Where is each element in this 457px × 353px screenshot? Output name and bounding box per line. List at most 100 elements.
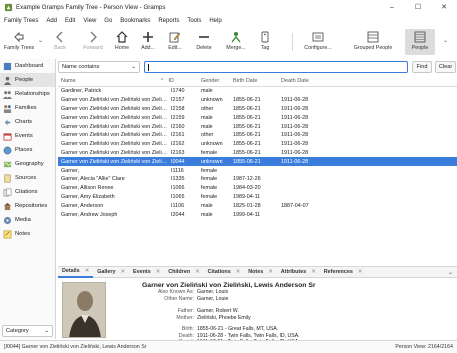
status-selected-person: [I0044] Garner von Zieliński von Zielińs…: [4, 344, 147, 350]
table-row[interactable]: Garner, Amy Elizabeth I1065 female 1989-04-…: [58, 193, 457, 202]
table-row[interactable]: Garner, Anderson I1106 male 1825-01-28 1887-…: [58, 201, 457, 210]
configure-button[interactable]: Configure...: [298, 29, 338, 55]
column-header-name[interactable]: Name: [58, 78, 168, 84]
table-row[interactable]: Garner von Zieliński von Zieliński von Z…: [58, 96, 457, 105]
search-input[interactable]: [144, 61, 408, 73]
sidebar-item-geography[interactable]: Geography: [0, 157, 55, 171]
sidebar-item-events[interactable]: Events: [0, 129, 55, 143]
main-toolbar: Family Trees ⌄ Back Forward Home Add... …: [0, 27, 457, 57]
tab-notes[interactable]: Notes ✕: [244, 267, 277, 278]
people-view-button[interactable]: People: [405, 29, 435, 55]
tab-gallery[interactable]: Gallery ✕: [93, 267, 129, 278]
column-header-gender[interactable]: Gender: [198, 78, 230, 84]
close-tab-icon[interactable]: ✕: [358, 269, 363, 275]
close-tab-icon[interactable]: ✕: [268, 269, 273, 275]
cell-death-date: 1911-06-28: [281, 158, 309, 165]
menu-tools[interactable]: Tools: [187, 18, 201, 24]
minimize-button[interactable]: –: [379, 0, 405, 14]
tabs-menu-chevron-icon[interactable]: ⌄: [448, 269, 453, 276]
table-row[interactable]: Garner von Zieliński von Zieliński von Z…: [58, 113, 457, 122]
person-photo[interactable]: [62, 282, 106, 338]
tab-children[interactable]: Children ✕: [164, 267, 203, 278]
table-row[interactable]: Garner von Zieliński von Zieliński von Z…: [58, 131, 457, 140]
close-tab-icon[interactable]: ✕: [156, 269, 161, 275]
menu-view[interactable]: View: [83, 18, 96, 24]
sidebar-item-places[interactable]: Places: [0, 143, 55, 157]
column-header-birth-date[interactable]: Birth Date: [230, 78, 278, 84]
merge-button[interactable]: Merge...: [222, 29, 250, 55]
table-row[interactable]: Gardiner, Patrick I1740 male: [58, 87, 457, 96]
menu-go[interactable]: Go: [104, 18, 112, 24]
sidebar-item-repositories[interactable]: Repositories: [0, 199, 55, 213]
sidebar-item-notes[interactable]: Notes: [0, 227, 55, 241]
sidebar-item-relationships[interactable]: Relationships: [0, 87, 55, 101]
table-row[interactable]: Garner von Zieliński von Zieliński von Z…: [58, 105, 457, 114]
navigator-sidebar: Dashboard People Relationships Families …: [0, 59, 56, 339]
tab-citations[interactable]: Citations ✕: [204, 267, 245, 278]
tab-references[interactable]: References ✕: [320, 267, 367, 278]
close-tab-icon[interactable]: ✕: [195, 269, 200, 275]
column-header-id[interactable]: ^ ID: [161, 78, 198, 84]
close-tab-icon[interactable]: ✕: [311, 269, 316, 275]
column-header-death-date[interactable]: Death Date: [278, 78, 328, 84]
cell-name: Garner von Zieliński von Zieliński von Z…: [61, 158, 168, 165]
sidebar-item-families[interactable]: Families: [0, 101, 55, 115]
close-tab-icon[interactable]: ✕: [85, 268, 90, 274]
grouped-people-icon: [367, 31, 379, 42]
cell-name: Garner von Zieliński von Zieliński von Z…: [61, 105, 168, 112]
edit-person-button[interactable]: Edit...: [163, 29, 187, 55]
people-table: Name ^ ID Gender Birth Date Death Date Ga…: [58, 76, 457, 261]
add-person-button[interactable]: Add...: [136, 29, 160, 55]
menu-edit[interactable]: Edit: [65, 18, 75, 24]
menu-family-trees[interactable]: Family Trees: [4, 18, 38, 24]
find-button[interactable]: Find: [412, 61, 432, 73]
category-select[interactable]: Category ⌄: [2, 325, 53, 337]
home-button[interactable]: Home: [110, 29, 134, 55]
tab-events[interactable]: Events ✕: [129, 267, 164, 278]
clear-button[interactable]: Clear: [435, 61, 456, 73]
close-tab-icon[interactable]: ✕: [236, 269, 241, 275]
sidebar-item-media[interactable]: Media: [0, 213, 55, 227]
table-row[interactable]: Garner von Zieliński von Zieliński von Z…: [58, 157, 457, 167]
table-row[interactable]: Garner von Zieliński von Zieliński von Z…: [58, 140, 457, 149]
detail-value: 1911-06-28 - Twin Falls, Twin Falls, ID,…: [197, 332, 300, 339]
table-row[interactable]: Garner, I1116 female: [58, 166, 457, 175]
tag-button[interactable]: Tag: [254, 29, 276, 55]
cell-name: Garner, Andrew Joseph: [61, 211, 118, 218]
cell-death-date: 1911-06-28: [281, 132, 309, 139]
table-row[interactable]: Garner, Alecia "Allie" Clare I1335 female 1…: [58, 175, 457, 184]
sidebar-item-people[interactable]: People: [0, 73, 55, 87]
portrait-image: [63, 283, 105, 337]
delete-person-button[interactable]: Delete: [191, 29, 217, 55]
close-button[interactable]: ✕: [431, 0, 457, 14]
detail-value: Zieliński, Phoebe Emily: [197, 315, 251, 321]
media-icon: [3, 216, 12, 224]
menu-reports[interactable]: Reports: [158, 18, 179, 24]
family-trees-button[interactable]: Family Trees: [4, 29, 34, 55]
table-row[interactable]: Garner von Zieliński von Zieliński von Z…: [58, 149, 457, 158]
menu-bookmarks[interactable]: Bookmarks: [120, 18, 150, 24]
sidebar-item-dashboard[interactable]: Dashboard: [0, 59, 55, 73]
grouped-people-view-button[interactable]: Grouped People: [348, 29, 398, 55]
menu-add[interactable]: Add: [46, 18, 57, 24]
tab-details[interactable]: Details ✕: [58, 267, 94, 278]
search-field-select[interactable]: Name contains ⌄: [58, 61, 140, 73]
cell-birth-date: 1825-01-28: [233, 202, 261, 209]
table-row[interactable]: Garner, Allison Renee I1066 female 1984-03-…: [58, 184, 457, 193]
cell-name: Gardiner, Patrick: [61, 88, 102, 95]
sidebar-item-citations[interactable]: Citations: [0, 185, 55, 199]
views-dropdown-icon[interactable]: ⌄: [443, 37, 448, 44]
sidebar-item-sources[interactable]: Sources: [0, 171, 55, 185]
chevron-down-icon: ⌄: [131, 64, 136, 70]
close-tab-icon[interactable]: ✕: [121, 269, 126, 275]
table-row[interactable]: Garner, Andrew Joseph I2044 male 1999-04-11: [58, 210, 457, 219]
menu-help[interactable]: Help: [209, 18, 221, 24]
sidebar-item-charts[interactable]: Charts: [0, 115, 55, 129]
table-row[interactable]: Garner von Zieliński von Zieliński von Z…: [58, 122, 457, 131]
forward-button[interactable]: Forward: [78, 29, 108, 55]
family-trees-dropdown-icon[interactable]: ⌄: [38, 37, 43, 44]
tab-attributes[interactable]: Attributes ✕: [277, 267, 320, 278]
detail-label: Birth:: [181, 326, 194, 332]
maximize-button[interactable]: ☐: [405, 0, 431, 14]
back-button[interactable]: Back: [48, 29, 72, 55]
